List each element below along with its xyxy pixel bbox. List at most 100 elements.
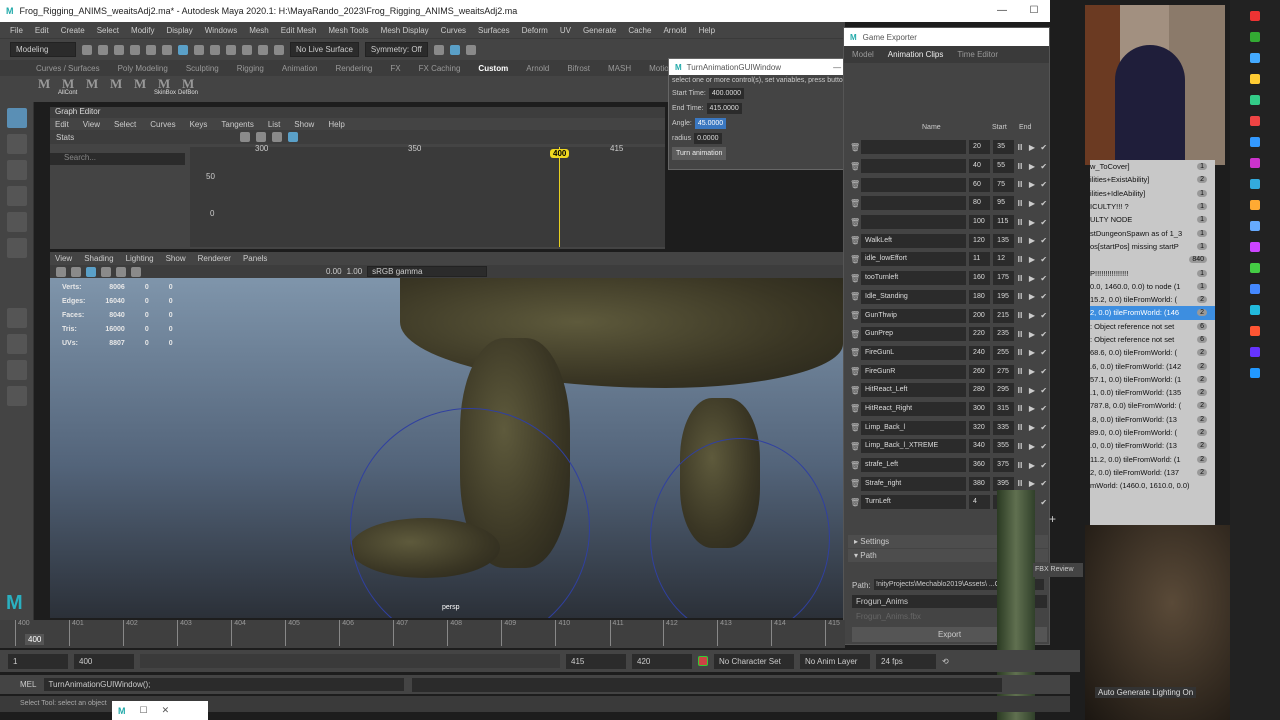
play-clip-icon[interactable]: ▶ [1029,143,1038,152]
clip-name-field[interactable]: Limp_Back_l_XTREME [861,439,967,454]
trash-icon[interactable]: 🗑 [850,292,860,301]
clip-start-field[interactable]: 11 [969,252,991,267]
shelf-script-button[interactable]: M [84,76,100,102]
live-surface-field[interactable]: No Live Surface [290,42,359,57]
anim-layer-dropdown[interactable]: No Anim Layer [800,653,870,669]
lasso-tool-icon[interactable] [7,134,27,154]
time-range-icon[interactable]: Ⅲ [1017,180,1026,189]
smooth-shade-icon[interactable] [86,266,96,277]
graph-search-input[interactable]: Search... [50,153,185,165]
play-clip-icon[interactable]: ▶ [1029,330,1038,339]
trash-icon[interactable]: 🗑 [850,218,860,227]
ipr-icon[interactable] [465,44,476,55]
time-range-icon[interactable]: Ⅲ [1017,274,1026,283]
trash-icon[interactable]: 🗑 [850,404,860,413]
redo-icon[interactable] [146,44,156,55]
menu-item-cache[interactable]: Cache [628,26,651,35]
clip-start-field[interactable]: 240 [969,345,991,360]
shelf-tab[interactable]: Rendering [335,64,372,73]
console-entry[interactable]: 840 [1090,253,1215,266]
time-range-icon[interactable]: Ⅲ [1017,348,1026,357]
console-entry[interactable]: 2, 0.0) tileFromWorld: (137 2 [1090,466,1215,479]
single-pane-layout-icon[interactable] [7,308,27,328]
close-icon[interactable]: ✕ [162,705,170,716]
3d-scene[interactable]: Verts: 8006 0 0 Edges: 16040 0 0 Faces: 8040 0 0 Tri… [50,278,843,618]
menu-item-mesh[interactable]: Mesh [249,26,269,35]
clip-name-field[interactable]: Limp_Back_l [861,420,967,435]
current-time-line[interactable] [559,147,560,247]
clip-end-field[interactable]: 335 [993,420,1015,435]
fbx-review-checkbox-label[interactable]: FBX Review [1033,563,1083,577]
trash-icon[interactable]: 🗑 [850,274,860,283]
linear-tangent-icon[interactable] [272,132,283,142]
export-checkbox[interactable]: ✔ [1040,404,1049,413]
open-scene-icon[interactable] [98,44,108,55]
console-entry[interactable]: 89.0, 0.0) tileFromWorld: (2 [1090,426,1215,439]
end-time-field[interactable]: 415.0000 [706,103,742,114]
mel-label[interactable]: MEL [20,680,36,689]
clip-name-field[interactable]: GunPrep [861,327,967,342]
taskbar-app-icon[interactable] [1250,284,1260,294]
console-entry[interactable]: mWorld: (1460.0, 1610.0, 0.0) [1090,479,1215,492]
menu-item-uv[interactable]: UV [560,26,571,35]
console-entry[interactable]: stDungeonSpawn as of 1_3 1 [1090,226,1215,239]
play-clip-icon[interactable]: ▶ [1029,367,1038,376]
time-range-icon[interactable]: Ⅲ [1017,218,1026,227]
scene-end-field[interactable]: 420 [632,653,692,669]
viewport-menu-item[interactable]: Lighting [126,254,154,263]
graph-menu-item[interactable]: List [268,120,280,129]
trash-icon[interactable]: 🗑 [850,311,860,320]
new-scene-icon[interactable] [82,44,92,55]
time-range-icon[interactable]: Ⅲ [1017,461,1026,470]
clip-end-field[interactable]: 255 [993,345,1015,360]
clip-start-field[interactable]: 340 [969,439,991,454]
console-entry[interactable]: ICULTY!!! ? 1 [1090,200,1215,213]
clip-name-field[interactable] [861,140,967,155]
clip-end-field[interactable]: 115 [993,215,1015,230]
clip-name-field[interactable]: Idle_Standing [861,289,967,304]
playback-end-field[interactable]: 415 [566,653,626,669]
clip-end-field[interactable]: 295 [993,383,1015,398]
trash-icon[interactable]: 🗑 [850,162,860,171]
play-clip-icon[interactable]: ▶ [1029,274,1038,283]
shelf-tab[interactable]: Poly Modeling [118,64,168,73]
snap-point-icon[interactable] [242,44,252,55]
clip-start-field[interactable]: 20 [969,140,991,155]
time-range-icon[interactable]: Ⅲ [1017,330,1026,339]
clip-name-field[interactable]: Strafe_right [861,476,967,491]
taskbar-app-icon[interactable] [1250,116,1260,126]
clip-end-field[interactable]: 95 [993,196,1015,211]
menu-item-file[interactable]: File [10,26,23,35]
play-clip-icon[interactable]: ▶ [1029,236,1038,245]
clip-name-field[interactable]: WalkLeft [861,233,967,248]
clip-start-field[interactable]: 200 [969,308,991,323]
snap-curve-icon[interactable] [226,44,236,55]
gamma-value[interactable]: 1.00 [347,267,363,276]
play-clip-icon[interactable]: ▶ [1029,479,1038,488]
clip-end-field[interactable]: 215 [993,308,1015,323]
menu-item-create[interactable]: Create [61,26,85,35]
clip-start-field[interactable]: 160 [969,271,991,286]
clip-start-field[interactable]: 40 [969,159,991,174]
clip-name-field[interactable]: TurnLeft [861,495,967,510]
current-time-marker[interactable]: 400 [550,149,570,158]
trash-icon[interactable]: 🗑 [850,348,860,357]
trash-icon[interactable]: 🗑 [850,461,860,470]
snap-view-icon[interactable] [258,44,268,55]
taskbar-app-icon[interactable] [1250,305,1260,315]
shelf-tab[interactable]: Animation [282,64,318,73]
clip-name-field[interactable]: HitReact_Left [861,383,967,398]
time-slider[interactable]: 400 401 402 403 404 405 406 407 408 409 410 411 412 4… [0,620,845,648]
viewport-menu-item[interactable]: Show [166,254,186,263]
menu-item-surfaces[interactable]: Surfaces [478,26,510,35]
clip-end-field[interactable]: 135 [993,233,1015,248]
shelf-script-button[interactable]: M SkinBox [154,76,176,102]
lights-icon[interactable] [116,266,126,277]
trash-icon[interactable]: 🗑 [850,479,860,488]
taskbar-app-icon[interactable] [1250,158,1260,168]
viewport-menu-item[interactable]: Panels [243,254,267,263]
console-entry[interactable]: P!!!!!!!!!!!!!!!! 1 [1090,266,1215,279]
outliner-layout-icon[interactable] [7,386,27,406]
clip-start-field[interactable]: 100 [969,215,991,230]
console-entry[interactable]: 57.1, 0.0) tileFromWorld: (1 2 [1090,373,1215,386]
